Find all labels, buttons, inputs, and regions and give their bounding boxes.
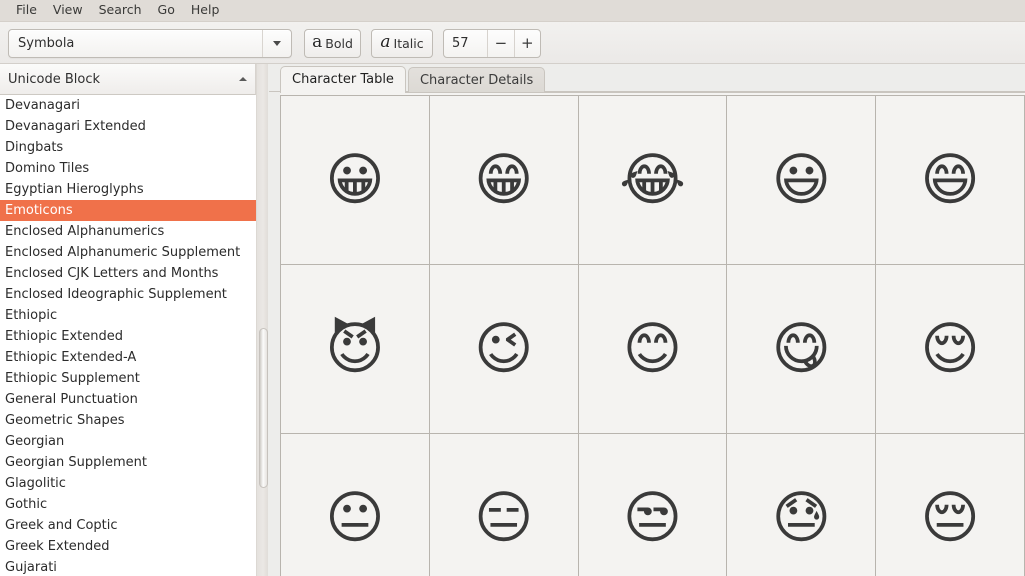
character-glyph: 😁	[473, 147, 534, 213]
character-cell[interactable]: 😊	[578, 265, 728, 434]
block-list-scrollbar-thumb[interactable]	[258, 328, 268, 488]
font-size-spinner[interactable]: 57 − +	[443, 29, 541, 58]
character-cell[interactable]: 😋	[727, 265, 877, 434]
character-glyph: 😋	[771, 316, 831, 382]
block-list-item[interactable]: Domino Tiles	[0, 158, 256, 179]
block-list-item[interactable]: Devanagari	[0, 95, 256, 116]
block-list-item[interactable]: Dingbats	[0, 137, 256, 158]
block-list-item[interactable]: Egyptian Hieroglyphs	[0, 179, 256, 200]
block-list-item[interactable]: General Punctuation	[0, 389, 256, 410]
character-cell[interactable]: 😒	[578, 434, 728, 576]
character-glyph: 😂	[619, 147, 686, 213]
italic-a-icon: a	[380, 32, 391, 52]
menu-item-file[interactable]: File	[8, 1, 45, 20]
block-list-item[interactable]: Gujarati	[0, 557, 256, 576]
italic-button[interactable]: a Italic	[371, 29, 433, 58]
triangle-up-icon	[239, 77, 247, 81]
character-glyph: 😉	[473, 316, 534, 382]
character-cell[interactable]: 😁	[429, 96, 579, 265]
block-list-item[interactable]: Ethiopic Extended	[0, 326, 256, 347]
menu-item-go[interactable]: Go	[150, 1, 183, 20]
character-cell[interactable]: 😌	[876, 265, 1025, 434]
tab-strip: Character Table Character Details	[269, 64, 1025, 93]
block-list-item[interactable]: Emoticons	[0, 200, 256, 221]
character-cell[interactable]: 😈	[281, 265, 430, 434]
block-list-item[interactable]: Gothic	[0, 494, 256, 515]
block-list-item[interactable]: Ethiopic Extended-A	[0, 347, 256, 368]
character-table-panel: 😀 😁 😂 😃 😄 😈 😉 😊 😋 😌 😐 😑 😒 😓 😔	[280, 92, 1025, 576]
menu-item-help[interactable]: Help	[183, 1, 228, 20]
character-glyph: 😑	[473, 485, 534, 551]
block-list-item[interactable]: Enclosed Alphanumerics	[0, 221, 256, 242]
character-cell[interactable]: 😄	[876, 96, 1025, 265]
character-glyph: 😃	[771, 147, 831, 213]
character-cell[interactable]: 😐	[281, 434, 430, 576]
block-list-item[interactable]: Ethiopic	[0, 305, 256, 326]
font-size-increment-button[interactable]: +	[513, 30, 540, 57]
character-glyph: 😈	[325, 316, 385, 382]
block-list-item[interactable]: Devanagari Extended	[0, 116, 256, 137]
character-glyph: 😊	[622, 316, 683, 382]
block-list-item[interactable]: Glagolitic	[0, 473, 256, 494]
character-grid-row: 😐 😑 😒 😓 😔	[281, 434, 1025, 576]
character-glyph: 😀	[325, 147, 385, 213]
font-family-value: Symbola	[18, 36, 75, 51]
character-cell[interactable]: 😓	[727, 434, 877, 576]
block-list-item[interactable]: Greek Extended	[0, 536, 256, 557]
block-list-item[interactable]: Enclosed Ideographic Supplement	[0, 284, 256, 305]
character-pane: Character Table Character Details 😀 😁 😂 😃 😄 😈…	[269, 64, 1025, 576]
menu-item-view[interactable]: View	[45, 1, 91, 20]
unicode-block-column-label: Unicode Block	[8, 71, 101, 87]
character-grid[interactable]: 😀 😁 😂 😃 😄 😈 😉 😊 😋 😌 😐 😑 😒 😓 😔	[280, 95, 1025, 576]
character-glyph: 😓	[771, 485, 831, 551]
font-family-dropdown-arrow[interactable]	[263, 41, 291, 46]
font-size-value[interactable]: 57	[444, 30, 487, 57]
character-glyph: 😐	[325, 485, 385, 551]
block-list-item[interactable]: Enclosed CJK Letters and Months	[0, 263, 256, 284]
block-list-item[interactable]: Georgian Supplement	[0, 452, 256, 473]
block-list-item[interactable]: Georgian	[0, 431, 256, 452]
bold-button[interactable]: a Bold	[304, 29, 361, 58]
charmap-window: File View Search Go Help Symbola a Bold …	[0, 0, 1025, 576]
character-cell[interactable]: 😉	[429, 265, 579, 434]
character-cell[interactable]: 😔	[876, 434, 1025, 576]
menu-item-search[interactable]: Search	[91, 1, 150, 20]
block-list-item[interactable]: Ethiopic Supplement	[0, 368, 256, 389]
toolbar: Symbola a Bold a Italic 57 − +	[0, 22, 1025, 64]
block-list-item[interactable]: Enclosed Alphanumeric Supplement	[0, 242, 256, 263]
character-cell[interactable]: 😑	[429, 434, 579, 576]
font-family-combobox[interactable]: Symbola	[8, 29, 292, 58]
unicode-block-pane: Unicode Block Devanagari Devanagari Exten…	[0, 64, 268, 576]
block-list-item[interactable]: Geometric Shapes	[0, 410, 256, 431]
tab-character-details[interactable]: Character Details	[407, 67, 546, 92]
character-glyph: 😄	[920, 147, 980, 213]
character-glyph: 😒	[622, 485, 683, 551]
menu-bar: File View Search Go Help	[0, 0, 1025, 22]
unicode-block-column-header[interactable]: Unicode Block	[0, 64, 256, 95]
chevron-down-icon	[273, 41, 281, 46]
character-grid-row: 😀 😁 😂 😃 😄	[281, 96, 1025, 265]
character-cell[interactable]: 😀	[281, 96, 430, 265]
italic-button-label: Italic	[393, 36, 424, 51]
font-size-decrement-button[interactable]: −	[487, 30, 513, 57]
bold-a-icon: a	[312, 32, 323, 52]
block-list-item[interactable]: Greek and Coptic	[0, 515, 256, 536]
character-grid-row: 😈 😉 😊 😋 😌	[281, 265, 1025, 434]
character-cell[interactable]: 😂	[578, 96, 728, 265]
character-glyph: 😔	[920, 485, 980, 551]
unicode-block-list[interactable]: Devanagari Devanagari Extended Dingbats Dom…	[0, 95, 256, 576]
block-list-scrollbar[interactable]	[256, 64, 268, 576]
bold-button-label: Bold	[325, 36, 353, 51]
character-glyph: 😌	[920, 316, 980, 382]
tab-character-table[interactable]: Character Table	[280, 66, 406, 93]
character-cell[interactable]: 😃	[727, 96, 877, 265]
